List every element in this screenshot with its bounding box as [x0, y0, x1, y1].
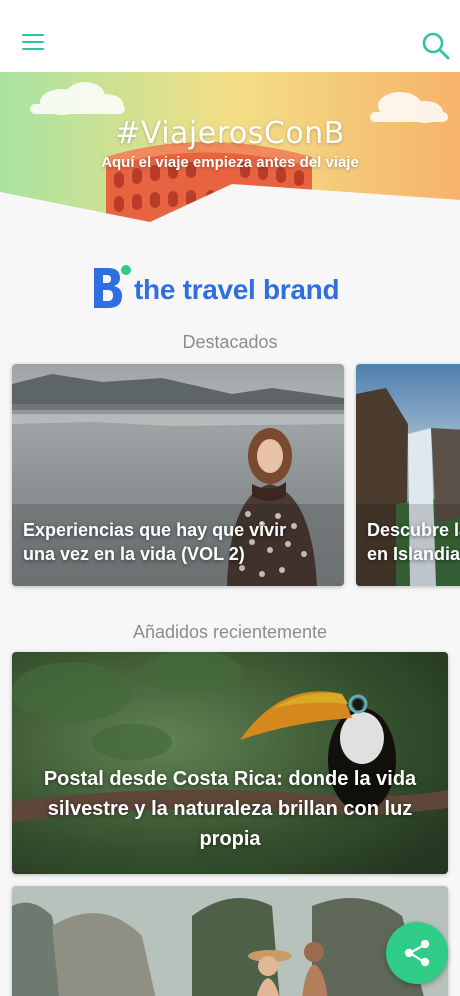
recent-section-title: Añadidos recientemente: [132, 622, 328, 642]
recent-card-1[interactable]: Postal desde Costa Rica: donde la vida s…: [12, 652, 448, 874]
featured-section-title: Destacados: [182, 332, 278, 352]
share-icon: [404, 939, 430, 967]
brand-logo: the travel brand: [92, 262, 382, 312]
hamburger-menu-icon[interactable]: [20, 32, 48, 54]
recent-card-2[interactable]: [12, 886, 448, 996]
featured-card-2-title: Descubre la costa sur en Islandia: [367, 520, 460, 564]
recent-card-1-title: Postal desde Costa Rica: donde la vida s…: [43, 768, 417, 850]
share-button[interactable]: [386, 922, 448, 984]
b-logo-icon: [94, 265, 131, 308]
featured-card-1[interactable]: Experiencias que hay que vivir una vez e…: [12, 364, 344, 586]
search-icon[interactable]: [420, 30, 452, 62]
hero-title: #ViajerosConB: [115, 116, 345, 151]
hero-banner[interactable]: #ViajerosConB Aquí el viaje empieza ante…: [0, 72, 460, 227]
app-screen: #ViajerosConB Aquí el viaje empieza ante…: [0, 0, 460, 996]
top-bar: [0, 0, 460, 72]
featured-card-2[interactable]: Descubre la costa sur en Islandia: [356, 364, 460, 586]
hero-subtitle: Aquí el viaje empieza antes del viaje: [101, 154, 359, 171]
featured-card-1-title: Experiencias que hay que vivir una vez e…: [23, 520, 287, 564]
karst-beach-photo: [12, 886, 448, 996]
brand-name: the travel brand: [134, 274, 340, 305]
